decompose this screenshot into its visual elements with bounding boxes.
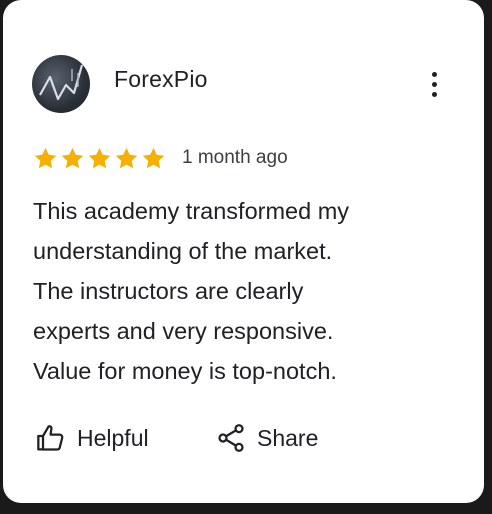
review-text-line: The instructors are clearly bbox=[33, 278, 304, 304]
review-text: This academy transformed my understanding… bbox=[33, 191, 453, 391]
review-card: ForexPio 1 month ago This academy transf… bbox=[3, 0, 484, 503]
helpful-label: Helpful bbox=[77, 424, 149, 451]
review-text-line: understanding of the market. bbox=[33, 238, 333, 264]
review-text-line: This academy transformed my bbox=[33, 198, 350, 224]
more-options-button[interactable] bbox=[423, 66, 445, 102]
helpful-button[interactable]: Helpful bbox=[35, 420, 149, 456]
reviewer-name[interactable]: ForexPio bbox=[114, 66, 208, 93]
share-button[interactable]: Share bbox=[215, 420, 318, 456]
rating-row: 1 month ago bbox=[33, 144, 288, 172]
more-vert-icon-dot bbox=[431, 81, 437, 87]
share-label: Share bbox=[257, 424, 319, 451]
review-text-line: experts and very responsive. bbox=[33, 318, 334, 344]
star-icon bbox=[88, 147, 111, 168]
avatar-chart-icon bbox=[39, 64, 84, 101]
star-icon bbox=[34, 147, 57, 168]
review-time: 1 month ago bbox=[182, 147, 288, 168]
star-rating bbox=[33, 146, 166, 171]
star-icon bbox=[61, 147, 84, 168]
star-icon bbox=[115, 147, 138, 168]
avatar[interactable] bbox=[32, 55, 90, 113]
star-icon bbox=[142, 147, 165, 168]
more-vert-icon-dot bbox=[431, 91, 437, 97]
share-icon bbox=[218, 424, 244, 452]
more-vert-icon bbox=[431, 71, 437, 77]
thumb-up-icon bbox=[37, 425, 64, 451]
review-text-line: Value for money is top-notch. bbox=[33, 358, 337, 384]
